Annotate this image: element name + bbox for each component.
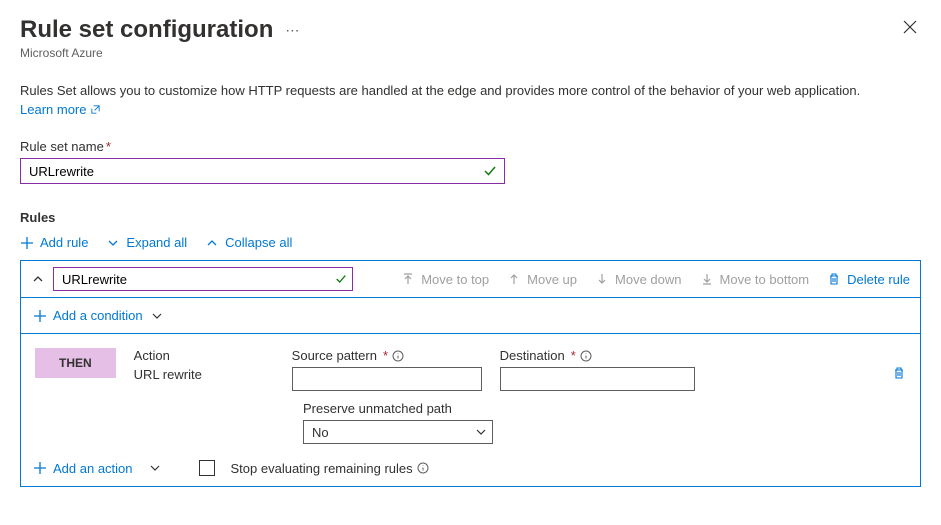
then-body: THEN Action URL rewrite Source pattern* … xyxy=(21,334,920,450)
destination-input[interactable] xyxy=(500,367,695,391)
stop-eval-checkbox[interactable] xyxy=(199,460,215,476)
move-down-button[interactable]: Move down xyxy=(595,272,681,287)
move-up-label: Move up xyxy=(527,272,577,287)
rules-heading: Rules xyxy=(20,210,921,225)
plus-icon xyxy=(20,236,34,250)
chevron-down-icon[interactable] xyxy=(149,462,161,474)
arrow-bottom-icon xyxy=(700,272,714,286)
expand-all-label: Expand all xyxy=(126,235,187,250)
required-asterisk: * xyxy=(383,348,388,363)
chevron-up-icon xyxy=(205,236,219,250)
add-action-label: Add an action xyxy=(53,461,133,476)
source-pattern-label: Source pattern * xyxy=(292,348,482,363)
delete-action-button[interactable] xyxy=(892,366,906,383)
trash-icon xyxy=(892,366,906,380)
rule-name-input[interactable] xyxy=(53,267,353,291)
chevron-down-icon xyxy=(106,236,120,250)
source-label-text: Source pattern xyxy=(292,348,377,363)
rule-footer: Add an action Stop evaluating remaining … xyxy=(21,450,920,486)
arrow-down-icon xyxy=(595,272,609,286)
learn-more-label: Learn more xyxy=(20,102,86,117)
add-condition-button[interactable]: Add a condition xyxy=(33,308,143,323)
collapse-toggle-icon[interactable] xyxy=(31,272,45,286)
learn-more-link[interactable]: Learn more xyxy=(20,102,101,117)
arrow-top-icon xyxy=(401,272,415,286)
check-icon xyxy=(335,273,347,285)
stop-eval-text: Stop evaluating remaining rules xyxy=(231,461,413,476)
ruleset-name-input[interactable] xyxy=(20,158,505,184)
external-link-icon xyxy=(90,104,101,115)
move-to-bottom-button[interactable]: Move to bottom xyxy=(700,272,810,287)
action-label: Action xyxy=(134,348,274,363)
move-up-button[interactable]: Move up xyxy=(507,272,577,287)
action-value: URL rewrite xyxy=(134,367,274,382)
destination-label: Destination * xyxy=(500,348,695,363)
preserve-select[interactable]: No xyxy=(303,420,493,444)
description-text: Rules Set allows you to customize how HT… xyxy=(20,82,921,100)
collapse-all-button[interactable]: Collapse all xyxy=(205,235,292,250)
info-icon[interactable] xyxy=(580,350,592,362)
delete-rule-label: Delete rule xyxy=(847,272,910,287)
check-icon xyxy=(483,164,497,178)
subtitle: Microsoft Azure xyxy=(20,46,300,60)
close-icon[interactable] xyxy=(899,16,921,43)
plus-icon xyxy=(33,309,47,323)
stop-eval-label: Stop evaluating remaining rules xyxy=(231,461,429,476)
chevron-down-icon[interactable] xyxy=(151,310,163,322)
info-icon[interactable] xyxy=(392,350,404,362)
ruleset-name-label: Rule set name* xyxy=(20,139,921,154)
move-bottom-label: Move to bottom xyxy=(720,272,810,287)
plus-icon xyxy=(33,461,47,475)
move-to-top-button[interactable]: Move to top xyxy=(401,272,489,287)
move-down-label: Move down xyxy=(615,272,681,287)
page-title: Rule set configuration xyxy=(20,16,273,44)
then-badge: THEN xyxy=(35,348,116,378)
source-pattern-input[interactable] xyxy=(292,367,482,391)
arrow-up-icon xyxy=(507,272,521,286)
move-top-label: Move to top xyxy=(421,272,489,287)
delete-rule-button[interactable]: Delete rule xyxy=(827,272,910,287)
ruleset-name-label-text: Rule set name xyxy=(20,139,104,154)
collapse-all-label: Collapse all xyxy=(225,235,292,250)
chevron-down-icon xyxy=(475,426,487,438)
add-action-button[interactable]: Add an action xyxy=(33,461,133,476)
expand-all-button[interactable]: Expand all xyxy=(106,235,187,250)
add-condition-label: Add a condition xyxy=(53,308,143,323)
more-menu-icon[interactable]: ⋯ xyxy=(285,22,300,39)
add-rule-button[interactable]: Add rule xyxy=(20,235,88,250)
required-asterisk: * xyxy=(106,139,111,154)
rule-card: Move to top Move up Move down Move to bo… xyxy=(20,260,921,487)
condition-row: Add a condition xyxy=(21,298,920,334)
trash-icon xyxy=(827,272,841,286)
info-icon[interactable] xyxy=(417,462,429,474)
destination-label-text: Destination xyxy=(500,348,565,363)
preserve-value: No xyxy=(312,425,329,440)
add-rule-label: Add rule xyxy=(40,235,88,250)
required-asterisk: * xyxy=(571,348,576,363)
preserve-label: Preserve unmatched path xyxy=(303,401,906,416)
rule-header: Move to top Move up Move down Move to bo… xyxy=(21,261,920,298)
